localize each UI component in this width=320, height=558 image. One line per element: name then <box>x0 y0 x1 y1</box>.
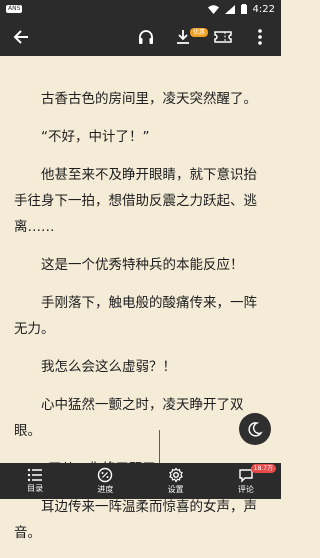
list-icon <box>27 468 43 482</box>
nav-label: 进度 <box>97 485 114 494</box>
paragraph: 心中猛然一颤之时，凌天睁开了双眼。 <box>14 397 244 439</box>
gear-icon <box>168 467 183 483</box>
ticket-icon <box>214 31 232 43</box>
nav-label: 目录 <box>27 484 44 493</box>
paragraph: 耳边传来一阵温柔而惊喜的女声，声音。 <box>14 499 257 541</box>
nav-item-settings[interactable]: 设置 <box>141 463 211 499</box>
more-vertical-icon <box>258 29 262 45</box>
night-mode-button[interactable] <box>239 413 271 445</box>
back-arrow-icon <box>13 30 28 44</box>
reader-toolbar: 优惠 <box>0 18 281 56</box>
nav-item-catalog[interactable]: 目录 <box>0 463 70 499</box>
listen-button[interactable] <box>135 26 157 48</box>
download-promo-badge: 优惠 <box>190 28 209 37</box>
back-button[interactable] <box>10 26 32 48</box>
moon-icon <box>248 422 263 437</box>
paragraph: “不好，中计了！” <box>41 129 150 145</box>
nav-item-comments[interactable]: 评论 18.7万 <box>211 463 281 499</box>
headphones-icon <box>139 30 153 44</box>
touch-indicator <box>159 430 160 466</box>
nav-label: 设置 <box>167 485 184 494</box>
paragraph: 他甚至来不及睁开眼睛，就下意识抬手往身下一拍，想借助反震之力跃起、逃离…… <box>14 167 257 235</box>
paragraph: 这是一个优秀特种兵的本能反应！ <box>41 257 244 273</box>
ticket-button[interactable] <box>212 26 234 48</box>
comment-count-badge: 18.7万 <box>250 464 277 473</box>
more-menu-button[interactable] <box>249 26 271 48</box>
app-notification-chip: ANS <box>6 5 23 13</box>
paragraph: 手刚落下，触电般的酸痛传来，一阵无力。 <box>14 295 257 337</box>
bottom-nav: 目录 进度 设置 评论 18.7万 <box>0 463 281 499</box>
paragraph: 古香古色的房间里，凌天突然醒了。 <box>41 91 257 107</box>
nav-item-progress[interactable]: 进度 <box>70 463 140 499</box>
progress-icon <box>98 467 113 483</box>
battery-icon <box>240 4 247 14</box>
status-bar: ANS 4:22 <box>0 0 281 18</box>
signal-icon <box>224 4 235 14</box>
status-time: 4:22 <box>252 3 275 15</box>
nav-label: 评论 <box>237 484 254 494</box>
wifi-icon <box>207 4 219 14</box>
paragraph: 我怎么会这么虚弱？！ <box>41 359 176 375</box>
